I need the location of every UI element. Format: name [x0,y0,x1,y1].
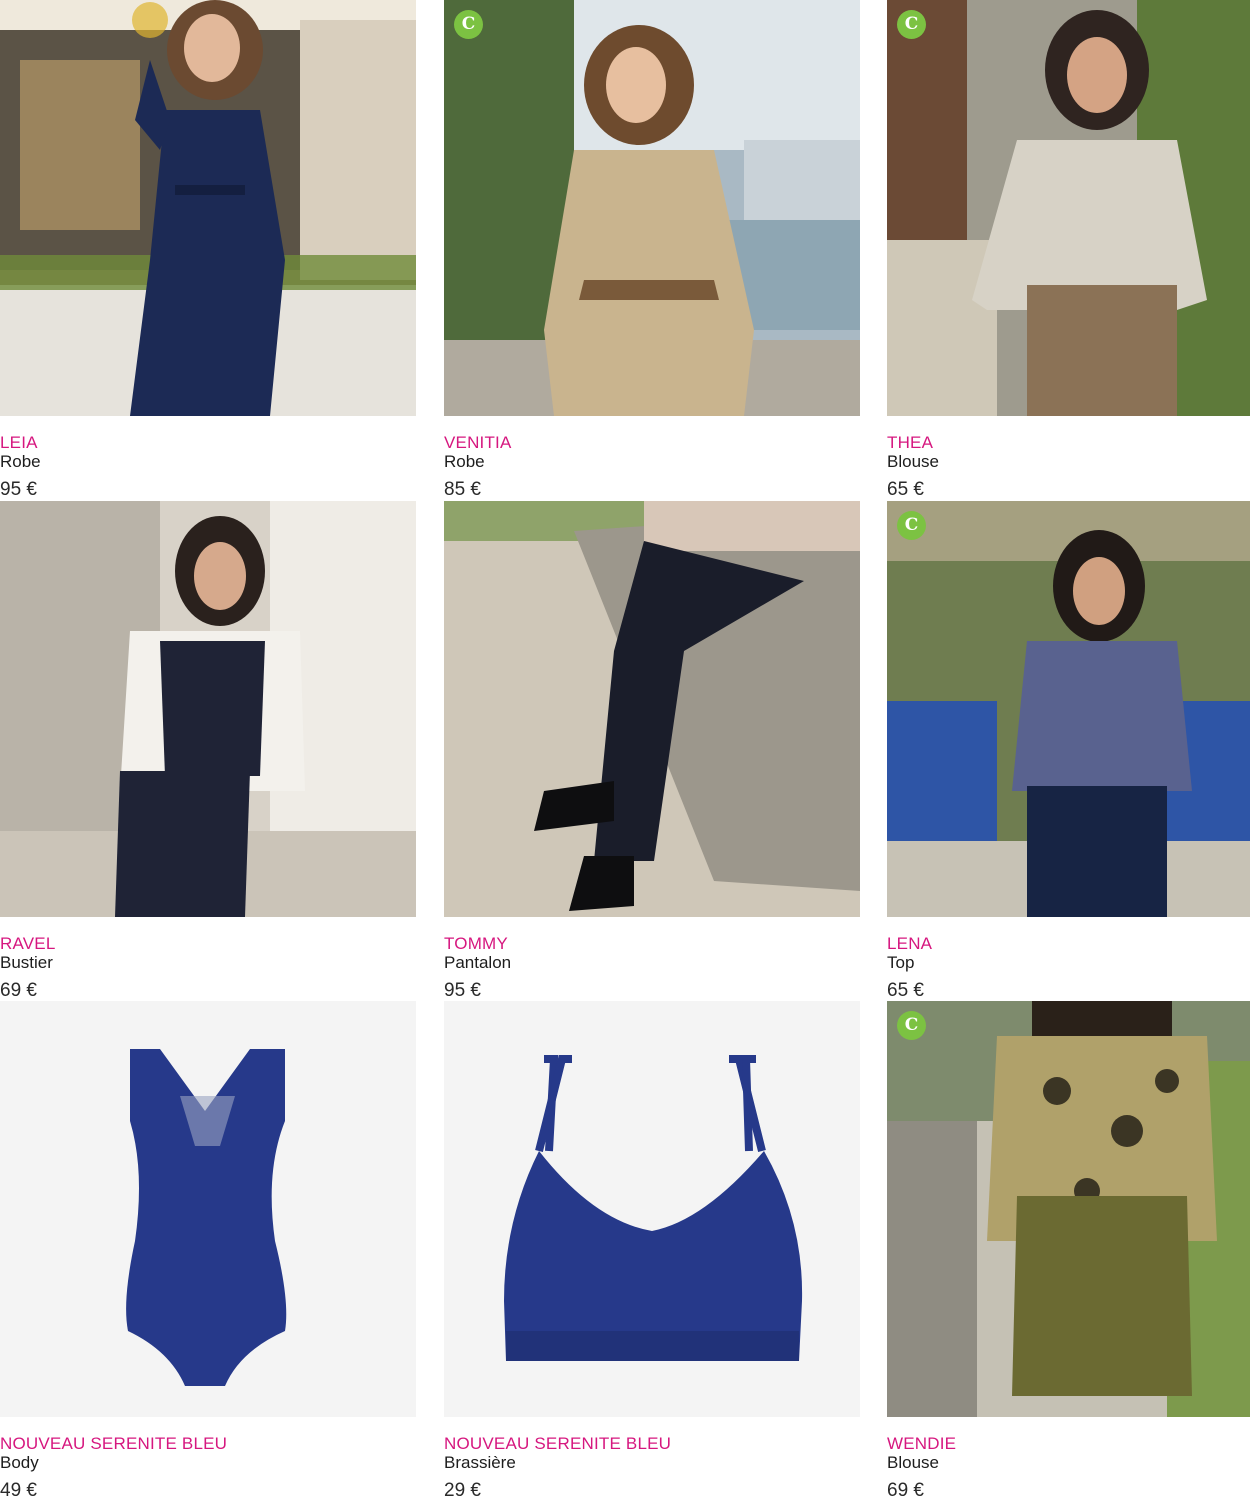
product-type: Blouse [887,452,939,471]
woman-navy-shirt-dress-photo[interactable] [0,0,416,416]
eco-badge-icon: C [454,10,483,39]
product-price: 69 € [887,1480,924,1500]
product-card-venitia[interactable]: C VENITIA Robe 85 € [444,0,860,500]
product-grid: LEIA Robe 95 € C VENITIA Robe 85 € C THE… [0,0,1250,1500]
product-type: Blouse [887,1453,939,1472]
product-card-tommy[interactable]: TOMMY Pantalon 95 € [444,501,860,1001]
product-type: Robe [0,452,41,471]
product-name[interactable]: NOUVEAU SERENITE BLEU [444,1434,671,1454]
product-card-wendie[interactable]: C WENDIE Blouse 69 € [887,1001,1250,1500]
product-name[interactable]: LENA [887,934,932,954]
product-card-lena[interactable]: C LENA Top 65 € [887,501,1250,1001]
product-name[interactable]: TOMMY [444,934,508,954]
product-type: Top [887,953,915,972]
woman-floral-blouse-photo[interactable] [887,0,1250,416]
product-price: 69 € [0,980,37,1001]
product-price: 29 € [444,1480,481,1500]
product-card-leia[interactable]: LEIA Robe 95 € [0,0,416,500]
product-price: 95 € [444,980,481,1001]
product-type: Robe [444,452,485,471]
eco-badge-icon: C [897,10,926,39]
blue-bra-photo[interactable] [444,1001,860,1417]
pinstripe-trousers-photo[interactable] [444,501,860,917]
product-card-ravel[interactable]: RAVEL Bustier 69 € [0,501,416,1001]
product-name[interactable]: WENDIE [887,1434,956,1454]
woman-pinstripe-bustier-photo[interactable] [0,501,416,917]
product-card-thea[interactable]: C THEA Blouse 65 € [887,0,1250,500]
woman-beige-print-dress-photo[interactable] [444,0,860,416]
eco-badge-icon: C [897,511,926,540]
product-type: Pantalon [444,953,512,972]
woman-leopard-blouse-photo[interactable] [887,1001,1250,1417]
product-name[interactable]: NOUVEAU SERENITE BLEU [0,1434,227,1454]
product-name[interactable]: THEA [887,433,933,453]
product-card-serenite-body[interactable]: NOUVEAU SERENITE BLEU Body 49 € [0,1001,416,1500]
product-type: Body [0,1453,39,1472]
product-price: 95 € [0,479,37,500]
product-price: 49 € [0,1480,37,1500]
product-type: Brassière [444,1453,516,1472]
product-price: 65 € [887,980,924,1001]
product-card-serenite-brassiere[interactable]: NOUVEAU SERENITE BLEU Brassière 29 € [444,1001,860,1500]
blue-bodysuit-photo[interactable] [0,1001,416,1417]
product-price: 85 € [444,479,481,500]
product-name[interactable]: RAVEL [0,934,56,954]
product-type: Bustier [0,953,53,972]
eco-badge-icon: C [897,1011,926,1040]
product-name[interactable]: VENITIA [444,433,512,453]
woman-blue-print-top-photo[interactable] [887,501,1250,917]
product-name[interactable]: LEIA [0,433,38,453]
product-price: 65 € [887,479,924,500]
